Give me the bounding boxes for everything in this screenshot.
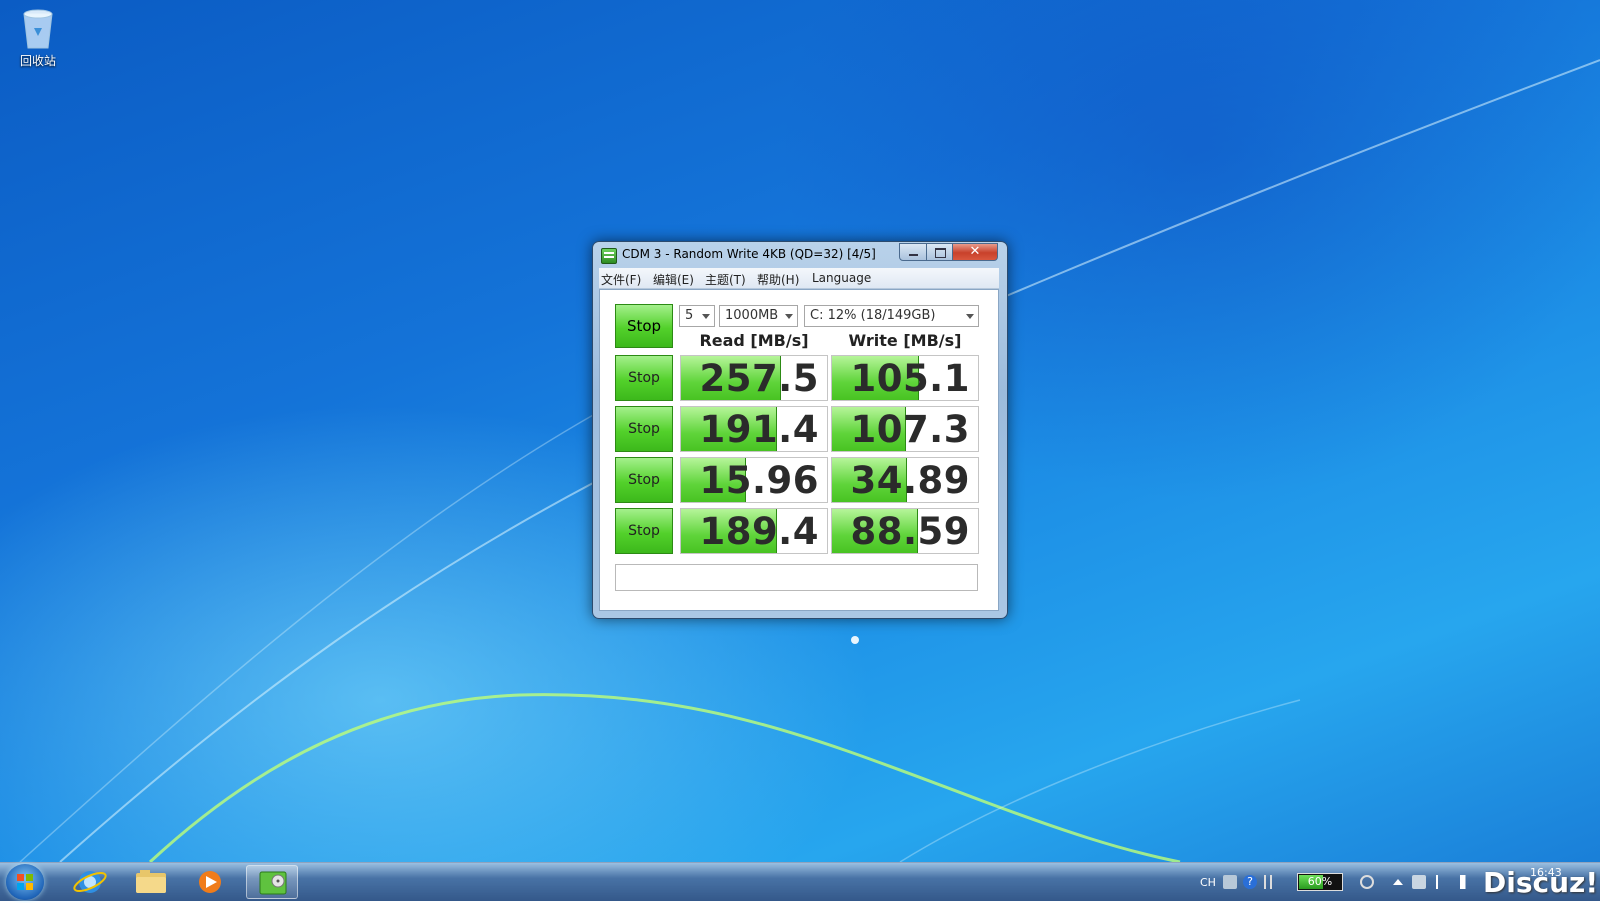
read-header: Read [MB/s] <box>699 331 809 350</box>
4k-qd32-write-cell: 88.59 <box>831 508 979 554</box>
keyboard-icon[interactable] <box>1223 875 1237 889</box>
512k-read-value: 191.4 <box>699 408 819 451</box>
help-icon[interactable]: ? <box>1243 875 1257 889</box>
start-button[interactable] <box>6 864 44 900</box>
size-select[interactable]: 1000MB <box>719 305 798 327</box>
disk-app-icon <box>601 248 617 264</box>
size-value: 1000MB <box>725 308 779 323</box>
seq-write-cell: 105.1 <box>831 355 979 401</box>
taskbar-explorer[interactable] <box>124 865 176 899</box>
drive-value: C: 12% (18/149GB) <box>810 308 936 323</box>
battery-percent: 60% <box>1307 875 1333 888</box>
4k-stop-button[interactable]: Stop <box>615 457 673 503</box>
media-player-icon <box>199 871 221 893</box>
4k-qd32-read-value: 189.4 <box>699 510 819 553</box>
4k-write-value: 34.89 <box>850 459 970 502</box>
seq-stop-button[interactable]: Stop <box>615 355 673 401</box>
menu-edit[interactable]: 编辑(E) <box>653 271 694 288</box>
chevron-down-icon <box>966 314 974 319</box>
power-icon[interactable] <box>1360 875 1374 889</box>
runs-value: 5 <box>685 308 694 323</box>
menu-language[interactable]: Language <box>812 271 871 285</box>
recycle-bin-label: 回收站 <box>19 54 56 68</box>
taskbar-media-player[interactable] <box>184 865 236 899</box>
512k-read-cell: 191.4 <box>680 406 828 452</box>
seq-read-value: 257.5 <box>699 357 819 400</box>
disk-app-icon <box>259 871 287 895</box>
512k-stop-button[interactable]: Stop <box>615 406 673 452</box>
minimize-button[interactable] <box>899 243 927 261</box>
4k-read-cell: 15.96 <box>680 457 828 503</box>
menu-file[interactable]: 文件(F) <box>601 271 641 288</box>
close-button[interactable]: ✕ <box>952 243 998 261</box>
512k-write-value: 107.3 <box>850 408 970 451</box>
menu-bar: 文件(F) 编辑(E) 主题(T) 帮助(H) Language <box>599 268 999 289</box>
cdm-window: CDM 3 - Random Write 4KB (QD=32) [4/5] ✕… <box>592 241 1008 619</box>
all-stop-button[interactable]: Stop <box>615 304 673 348</box>
recycle-bin-shortcut[interactable]: 回收站 <box>8 6 68 69</box>
folder-icon <box>136 870 166 893</box>
volume-icon[interactable] <box>1460 875 1474 889</box>
4k-write-cell: 34.89 <box>831 457 979 503</box>
battery-meter[interactable]: 60% <box>1297 873 1343 891</box>
menu-theme[interactable]: 主题(T) <box>705 271 746 288</box>
seq-write-value: 105.1 <box>850 357 970 400</box>
write-header: Write [MB/s] <box>848 331 962 350</box>
4k-qd32-read-cell: 189.4 <box>680 508 828 554</box>
chevron-down-icon <box>702 314 710 319</box>
menu-help[interactable]: 帮助(H) <box>757 271 799 288</box>
4k-qd32-write-value: 88.59 <box>850 510 970 553</box>
taskbar: CH ? 60% 16:43 <box>0 862 1600 901</box>
ime-settings-icon[interactable] <box>1264 875 1272 889</box>
title-bar[interactable]: CDM 3 - Random Write 4KB (QD=32) [4/5] ✕ <box>593 242 1007 268</box>
taskbar-cdm[interactable] <box>246 865 298 899</box>
status-box <box>615 564 978 591</box>
show-hidden-icons-icon[interactable] <box>1393 879 1403 885</box>
4k-read-value: 15.96 <box>699 459 819 502</box>
taskbar-ie[interactable] <box>64 865 116 899</box>
window-title: CDM 3 - Random Write 4KB (QD=32) [4/5] <box>622 247 876 261</box>
maximize-button[interactable] <box>926 243 953 261</box>
512k-write-cell: 107.3 <box>831 406 979 452</box>
seq-read-cell: 257.5 <box>680 355 828 401</box>
4k-qd32-stop-button[interactable]: Stop <box>615 508 673 554</box>
recycle-bin-icon <box>20 6 56 50</box>
language-indicator[interactable]: CH <box>1200 876 1216 889</box>
ie-icon <box>73 871 107 893</box>
action-center-flag-icon[interactable] <box>1436 875 1450 889</box>
client-area: Stop 5 1000MB C: 12% (18/149GB) Read [MB… <box>599 289 999 611</box>
drive-select[interactable]: C: 12% (18/149GB) <box>804 305 979 327</box>
network-icon[interactable] <box>1412 875 1426 889</box>
watermark: Discuz! <box>1483 866 1599 899</box>
chevron-down-icon <box>785 314 793 319</box>
runs-select[interactable]: 5 <box>679 305 715 327</box>
